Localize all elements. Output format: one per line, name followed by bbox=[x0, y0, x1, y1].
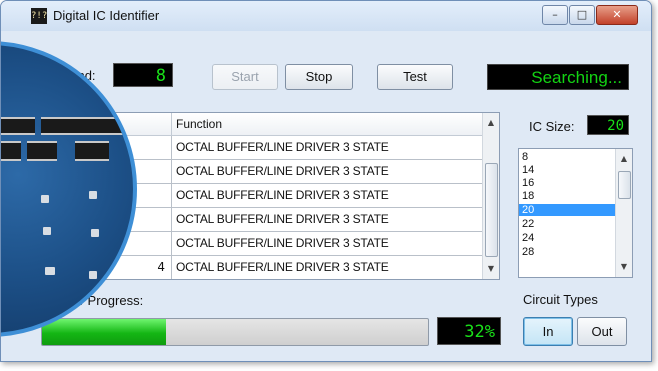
ic-size-option[interactable]: 24 bbox=[519, 232, 615, 244]
progress-percent-display: 32% bbox=[437, 317, 501, 345]
ic-size-option[interactable]: 28 bbox=[519, 246, 615, 258]
scroll-down-icon[interactable]: ▼ bbox=[616, 259, 632, 275]
ic-size-option[interactable]: 22 bbox=[519, 218, 615, 230]
ic-size-label: IC Size: bbox=[529, 119, 575, 134]
minimize-button[interactable]: – bbox=[542, 5, 568, 25]
ic-size-scroll-thumb[interactable] bbox=[618, 171, 631, 199]
function-column-header[interactable]: Function bbox=[171, 113, 222, 135]
board-chip bbox=[27, 141, 57, 161]
close-button[interactable]: ✕ bbox=[596, 5, 638, 25]
table-scroll-thumb[interactable] bbox=[485, 163, 498, 257]
row-function-cell: OCTAL BUFFER/LINE DRIVER 3 STATE bbox=[171, 136, 483, 159]
progress-fill bbox=[42, 319, 166, 345]
ic-size-display: 20 bbox=[587, 115, 629, 135]
ic-size-option-selected[interactable]: 20 bbox=[519, 204, 615, 216]
test-button[interactable]: Test bbox=[377, 64, 453, 90]
main-window: ?!? Digital IC Identifier – □ ✕ ound: 8 … bbox=[0, 0, 652, 362]
minimize-icon: – bbox=[552, 8, 558, 21]
row-function-cell: OCTAL BUFFER/LINE DRIVER 3 STATE bbox=[171, 256, 483, 279]
maximize-button[interactable]: □ bbox=[569, 5, 595, 25]
stop-button[interactable]: Stop bbox=[285, 64, 353, 90]
row-function-cell: OCTAL BUFFER/LINE DRIVER 3 STATE bbox=[171, 232, 483, 255]
title-bar[interactable]: ?!? Digital IC Identifier – □ ✕ bbox=[1, 1, 651, 31]
board-component bbox=[43, 227, 51, 235]
found-count-display: 8 bbox=[113, 63, 173, 87]
scroll-up-icon[interactable]: ▲ bbox=[483, 115, 499, 131]
board-chip bbox=[41, 117, 85, 135]
board-component bbox=[41, 195, 49, 203]
window-title: Digital IC Identifier bbox=[53, 8, 160, 23]
board-chip bbox=[83, 117, 123, 135]
row-function-cell: OCTAL BUFFER/LINE DRIVER 3 STATE bbox=[171, 208, 483, 231]
start-button[interactable]: Start bbox=[212, 64, 278, 90]
app-icon: ?!? bbox=[31, 8, 47, 24]
ic-size-option[interactable]: 16 bbox=[519, 177, 615, 189]
ic-size-option[interactable]: 8 bbox=[519, 151, 615, 163]
ic-size-option[interactable]: 18 bbox=[519, 190, 615, 202]
ic-size-listbox[interactable]: 8 14 16 18 20 22 24 28 ▲ ▼ bbox=[518, 148, 633, 278]
ic-size-scrollbar[interactable]: ▲ ▼ bbox=[615, 149, 632, 277]
board-component bbox=[89, 271, 97, 279]
table-scrollbar[interactable]: ▲ ▼ bbox=[482, 113, 499, 279]
identifier-progress-bar bbox=[41, 318, 429, 346]
circuit-type-out-button[interactable]: Out bbox=[577, 317, 627, 346]
board-chip bbox=[1, 141, 21, 161]
board-component bbox=[45, 267, 55, 275]
row-function-cell: OCTAL BUFFER/LINE DRIVER 3 STATE bbox=[171, 184, 483, 207]
board-component bbox=[89, 191, 97, 199]
circuit-type-in-button[interactable]: In bbox=[523, 317, 573, 346]
ic-size-option[interactable]: 14 bbox=[519, 164, 615, 176]
board-component bbox=[91, 229, 99, 237]
scroll-up-icon[interactable]: ▲ bbox=[616, 151, 632, 167]
close-icon: ✕ bbox=[612, 8, 622, 21]
board-chip bbox=[1, 117, 35, 135]
scroll-down-icon[interactable]: ▼ bbox=[483, 261, 499, 277]
circuit-types-label: Circuit Types bbox=[523, 292, 598, 307]
maximize-icon: □ bbox=[576, 8, 588, 21]
row-function-cell: OCTAL BUFFER/LINE DRIVER 3 STATE bbox=[171, 160, 483, 183]
board-chip bbox=[75, 141, 109, 161]
status-display: Searching... bbox=[487, 64, 629, 90]
